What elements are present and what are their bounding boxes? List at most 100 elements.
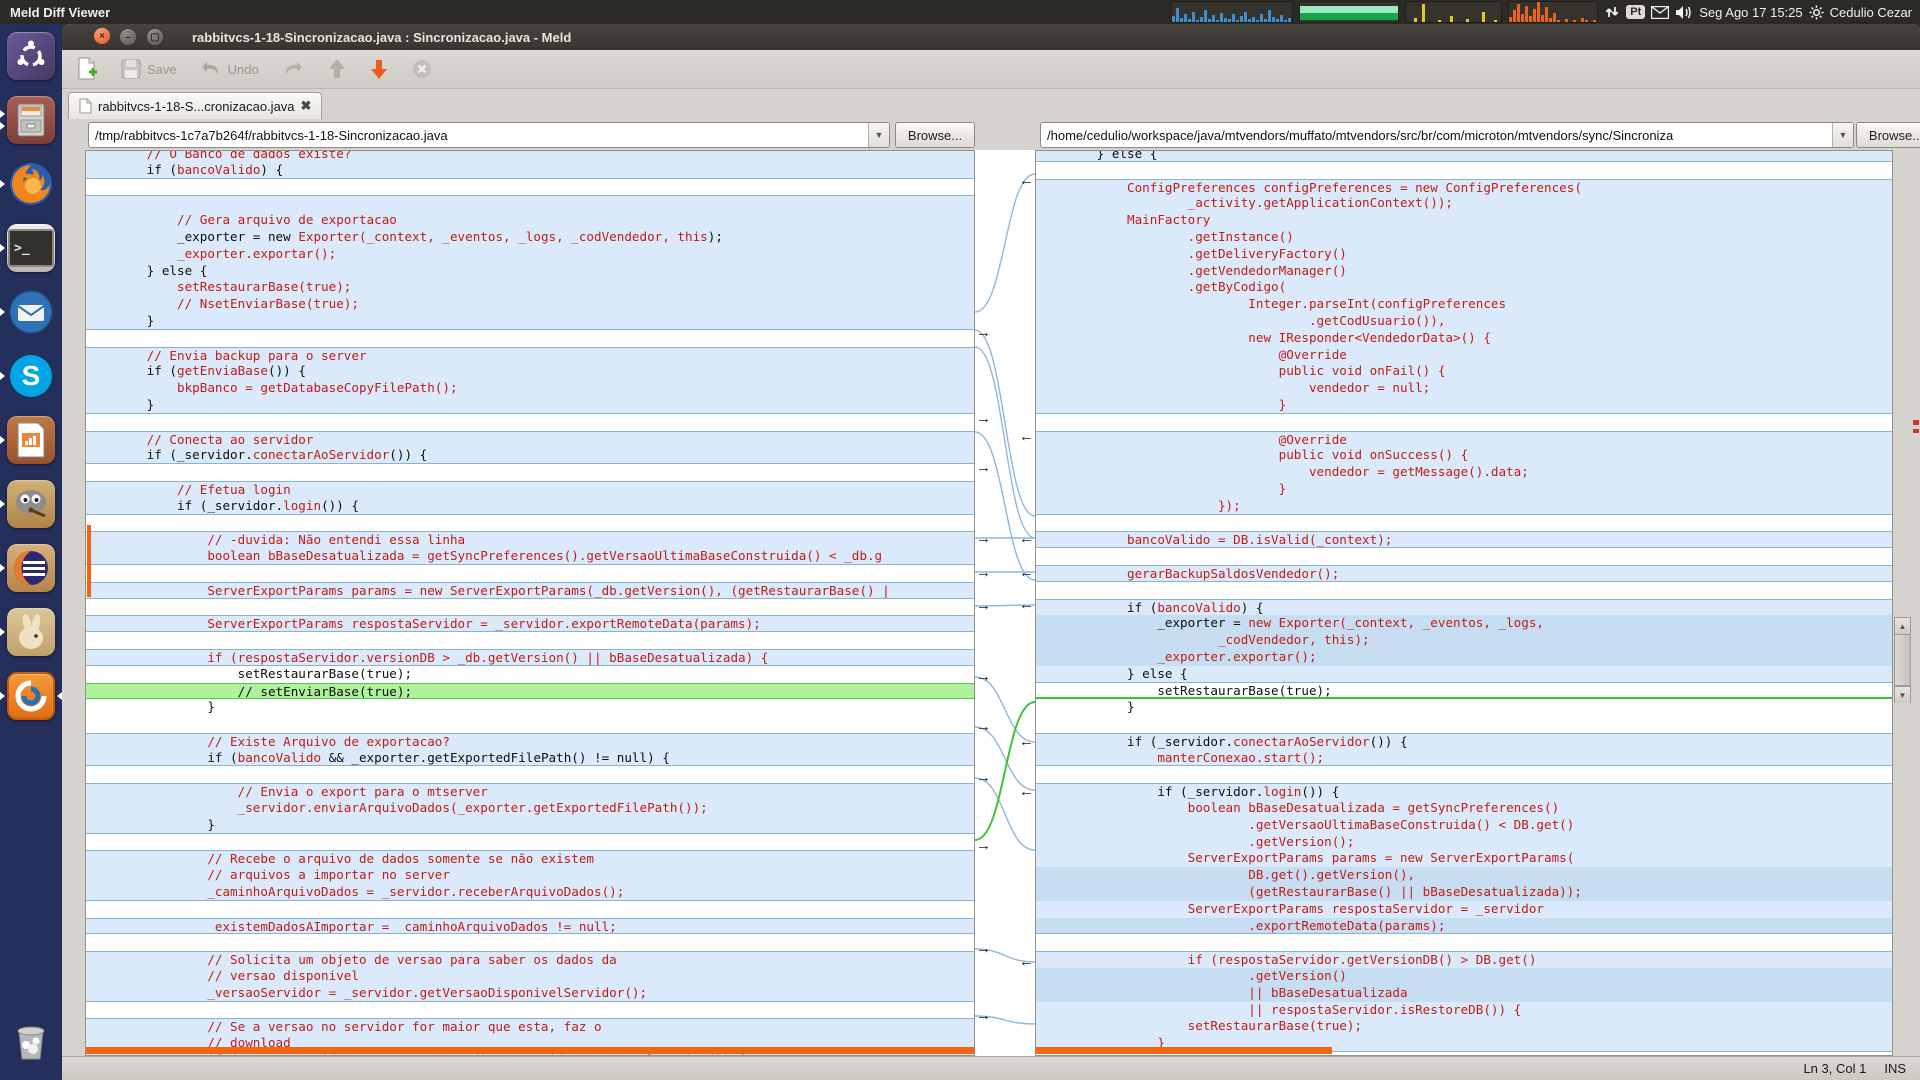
clock[interactable]: Seg Ago 17 15:25 xyxy=(1699,5,1802,20)
left-file-dropdown-icon[interactable]: ▼ xyxy=(868,123,889,147)
volume-indicator-icon[interactable] xyxy=(1675,5,1693,20)
code-line: _servidor.enviarArquivoDados(_exporter.g… xyxy=(86,800,974,817)
code-line xyxy=(86,632,974,649)
window-minimize-button[interactable]: – xyxy=(119,28,137,46)
window-titlebar[interactable]: × – ▢ rabbitvcs-1-18-Sincronizacao.java … xyxy=(62,24,1920,50)
previous-change-button[interactable] xyxy=(321,56,353,82)
launcher-item-libreoffice-impress[interactable] xyxy=(0,408,62,472)
scrollbar-thumb[interactable] xyxy=(1895,635,1910,686)
tab-close-icon[interactable]: ✖ xyxy=(301,98,312,114)
code-line: } else { xyxy=(1036,666,1892,683)
network-monitor-graph[interactable] xyxy=(1508,1,1598,23)
memory-monitor-graph[interactable] xyxy=(1299,1,1399,23)
redo-button[interactable] xyxy=(275,58,311,80)
apply-right-arrow[interactable]: → xyxy=(976,326,991,340)
new-comparison-button[interactable] xyxy=(70,56,104,82)
apply-right-arrow[interactable]: → xyxy=(976,771,991,785)
apply-left-arrow[interactable]: ← xyxy=(1019,955,1034,969)
meld-window: × – ▢ rabbitvcs-1-18-Sincronizacao.java … xyxy=(62,24,1920,1080)
apply-right-arrow[interactable]: → xyxy=(976,1009,991,1023)
stop-button[interactable] xyxy=(405,57,439,81)
code-line: if (bancoValido && _exporter.getExported… xyxy=(86,750,974,767)
code-line: setRestaurarBase(true); xyxy=(86,279,974,296)
gimp-icon[interactable] xyxy=(7,480,55,528)
ubuntu-dash-icon[interactable] xyxy=(7,32,55,80)
launcher-item-thunderbird[interactable] xyxy=(0,280,62,344)
code-line: gerarBackupSaldosVendedor(); xyxy=(1036,565,1892,582)
launcher-item-ubuntu-dash[interactable] xyxy=(0,24,62,88)
terminal-icon[interactable]: >_ xyxy=(7,224,55,272)
left-browse-button[interactable]: Browse... xyxy=(895,122,975,148)
apply-right-arrow[interactable]: → xyxy=(976,670,991,684)
cursor-position: Ln 3, Col 1 xyxy=(1803,1061,1866,1076)
apply-right-arrow[interactable]: → xyxy=(976,720,991,734)
file-icon xyxy=(79,98,92,114)
launcher-item-file-cabinet[interactable] xyxy=(0,88,62,152)
session-gear-icon[interactable] xyxy=(1809,5,1824,20)
running-indicator xyxy=(0,628,5,636)
apply-right-arrow[interactable]: → xyxy=(976,412,991,426)
apply-right-arrow[interactable]: → xyxy=(976,942,991,956)
user-menu[interactable]: Cedulio Cezar xyxy=(1830,5,1912,20)
firefox-icon[interactable] xyxy=(7,160,55,208)
undo-button[interactable]: Undo xyxy=(193,58,265,80)
diff-tab[interactable]: rabbitvcs-1-18-S...cronizacao.java ✖ xyxy=(68,92,322,119)
mail-indicator-icon[interactable] xyxy=(1651,6,1669,19)
swap-monitor-graph[interactable] xyxy=(1405,1,1502,23)
window-maximize-button[interactable]: ▢ xyxy=(146,28,164,46)
right-browse-button[interactable]: Browse... xyxy=(1856,122,1920,148)
apply-right-arrow[interactable]: → xyxy=(976,461,991,475)
thunderbird-icon[interactable] xyxy=(7,288,55,336)
libreoffice-impress-icon[interactable] xyxy=(7,416,55,464)
launcher-item-swirl-app[interactable] xyxy=(0,664,62,728)
right-file-dropdown-icon[interactable]: ▼ xyxy=(1832,123,1853,147)
running-indicator xyxy=(0,122,5,130)
next-change-button[interactable] xyxy=(363,56,395,82)
scroll-down-icon[interactable]: ▼ xyxy=(1895,686,1910,703)
launcher-item-rabbitvcs[interactable] xyxy=(0,600,62,664)
code-line: Integer.parseInt(configPreferences xyxy=(1036,296,1892,313)
code-line: .getVersion(); xyxy=(1036,834,1892,851)
updown-arrows-icon[interactable] xyxy=(1604,4,1620,20)
launcher-item-eclipse[interactable] xyxy=(0,536,62,600)
apply-left-arrow[interactable]: ← xyxy=(1019,598,1034,612)
keyboard-layout-indicator[interactable]: Pt xyxy=(1626,5,1645,19)
trash-icon[interactable] xyxy=(7,1018,55,1066)
eclipse-icon[interactable] xyxy=(7,544,55,592)
launcher-item-terminal[interactable]: >_ xyxy=(0,216,62,280)
apply-right-arrow[interactable]: → xyxy=(976,599,991,613)
file-cabinet-icon[interactable] xyxy=(7,96,55,144)
apply-left-arrow[interactable]: ← xyxy=(1019,532,1034,546)
apply-left-arrow[interactable]: ← xyxy=(1019,174,1034,188)
save-button[interactable]: Save xyxy=(114,57,183,81)
code-line: } xyxy=(86,313,974,330)
apply-right-arrow[interactable]: → xyxy=(976,566,991,580)
apply-left-arrow[interactable]: ← xyxy=(1019,785,1034,799)
apply-right-arrow[interactable]: → xyxy=(976,532,991,546)
apply-left-arrow[interactable]: ← xyxy=(1019,735,1034,749)
launcher-item-gimp[interactable] xyxy=(0,472,62,536)
launcher-item-firefox[interactable] xyxy=(0,152,62,216)
left-file-combo[interactable]: /tmp/rabbitvcs-1c7a7b264f/rabbitvcs-1-18… xyxy=(88,122,890,148)
apply-right-arrow[interactable]: → xyxy=(976,839,991,853)
right-scrollbar[interactable]: ▲ ▼ xyxy=(1894,617,1911,703)
cpu-monitor-graph[interactable] xyxy=(1171,1,1293,23)
code-line: } xyxy=(86,699,974,716)
left-code-pane[interactable]: // O Banco de dados existe? if (bancoVal… xyxy=(85,150,975,1056)
right-file-combo[interactable]: /home/cedulio/workspace/java/mtvendors/m… xyxy=(1040,122,1854,148)
right-code-pane[interactable]: } else { ConfigPreferences configPrefere… xyxy=(1035,150,1893,1056)
unity-launcher: >_ S xyxy=(0,24,62,1080)
launcher-item-trash[interactable] xyxy=(0,1010,62,1074)
rabbitvcs-icon[interactable] xyxy=(7,608,55,656)
apply-left-arrow[interactable]: ← xyxy=(1019,430,1034,444)
launcher-item-skype[interactable]: S xyxy=(0,344,62,408)
apply-left-arrow[interactable]: ← xyxy=(1019,566,1034,580)
running-indicator xyxy=(0,244,5,252)
code-line xyxy=(1036,766,1892,783)
code-line: _caminhoArquivoDados = _servidor.receber… xyxy=(86,884,974,901)
skype-icon[interactable]: S xyxy=(7,352,55,400)
scroll-up-icon[interactable]: ▲ xyxy=(1895,618,1910,635)
window-close-button[interactable]: × xyxy=(94,28,110,44)
code-line: _activity.getApplicationContext()); xyxy=(1036,195,1892,212)
swirl-app-icon[interactable] xyxy=(7,672,55,720)
